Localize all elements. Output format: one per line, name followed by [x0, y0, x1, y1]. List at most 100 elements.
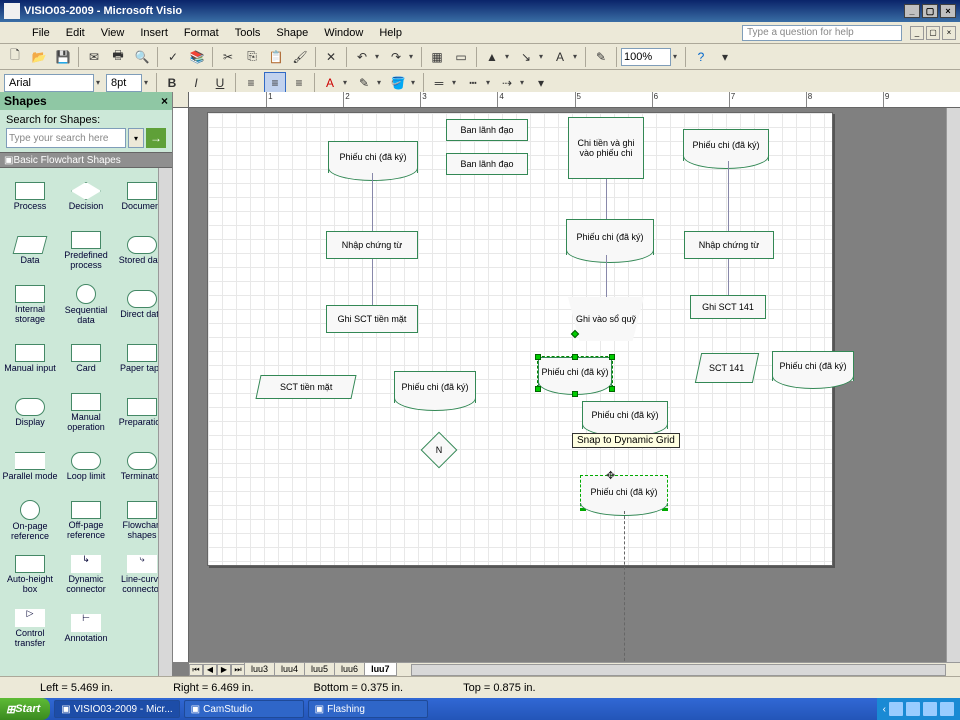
tab-nav-last[interactable]: ⏭ — [231, 664, 245, 676]
save-button[interactable]: 💾 — [52, 46, 74, 68]
help-button[interactable]: ? — [690, 46, 712, 68]
menu-tools[interactable]: Tools — [227, 25, 269, 41]
align-left-button[interactable]: ≡ — [240, 72, 262, 94]
shape-on-page-reference[interactable]: On-page reference — [2, 494, 58, 548]
shape-nhap-chung-tu-1[interactable]: Nhập chứng từ — [326, 231, 418, 259]
doc-restore-button[interactable]: ▢ — [926, 26, 940, 40]
shape-off-page-reference[interactable]: Off-page reference — [58, 494, 114, 548]
print-preview-button[interactable]: 🔍 — [131, 46, 153, 68]
open-button[interactable]: 📂 — [28, 46, 50, 68]
line-pattern-button[interactable]: ┅ — [462, 72, 484, 94]
text-tool-button[interactable]: A — [549, 46, 571, 68]
print-button[interactable]: 🖶 — [107, 46, 129, 68]
page-tab-luu6[interactable]: luu6 — [334, 663, 365, 676]
format-toolbar-options-button[interactable]: ▾ — [530, 72, 552, 94]
shape-sct-141[interactable]: SCT 141 — [695, 353, 759, 383]
copy-button[interactable]: ⎘ — [241, 46, 263, 68]
page-tab-luu3[interactable]: luu3 — [244, 663, 275, 676]
shape-ghi-sct-141[interactable]: Ghi SCT 141 — [690, 295, 766, 319]
shape-phieu-chi-overlap[interactable]: Phiếu chi (đã ký) — [582, 401, 668, 429]
line-weight-button[interactable]: ═ — [428, 72, 450, 94]
menu-format[interactable]: Format — [176, 25, 227, 41]
connector[interactable] — [372, 259, 373, 305]
research-button[interactable]: 📚 — [186, 46, 208, 68]
shape-ghi-sct-tien-mat[interactable]: Ghi SCT tiền mặt — [326, 305, 418, 333]
shape-auto-height-box[interactable]: Auto-height box — [2, 548, 58, 602]
menu-view[interactable]: View — [93, 25, 133, 41]
insert-shape-button[interactable]: ▭ — [450, 46, 472, 68]
close-button[interactable]: × — [940, 4, 956, 18]
shape-chi-tien[interactable]: Chi tiền và ghi vào phiếu chi — [568, 117, 644, 179]
selection-handle-ne[interactable] — [609, 354, 615, 360]
shapes-panel-close-button[interactable]: × — [161, 94, 168, 108]
shape-phieu-chi-3[interactable]: Phiếu chi (đã ký) — [566, 219, 654, 255]
shape-nhap-chung-tu-2[interactable]: Nhập chứng từ — [684, 231, 774, 259]
pointer-tool-button[interactable]: ▲ — [481, 46, 503, 68]
menu-file[interactable]: File — [24, 25, 58, 41]
connector[interactable] — [372, 173, 373, 231]
shape-card[interactable]: Card — [58, 332, 114, 386]
shape-control-transfer[interactable]: ▷Control transfer — [2, 602, 58, 656]
tray-icon[interactable] — [940, 702, 954, 716]
italic-button[interactable]: I — [185, 72, 207, 94]
menu-edit[interactable]: Edit — [58, 25, 93, 41]
taskbar-item-visio[interactable]: ▣VISIO03-2009 - Micr... — [54, 700, 179, 718]
tab-nav-first[interactable]: ⏮ — [189, 664, 203, 676]
shapes-scrollbar[interactable] — [158, 168, 172, 676]
shape-parallel-mode[interactable]: Parallel mode — [2, 440, 58, 494]
shape-internal-storage[interactable]: Internal storage — [2, 278, 58, 332]
tray-icon[interactable] — [906, 702, 920, 716]
tray-expand-icon[interactable]: ‹ — [883, 704, 886, 715]
shapes-search-dropdown[interactable]: ▾ — [128, 128, 144, 148]
shape-phieu-chi-selected[interactable]: Phiếu chi (đã ký) — [538, 357, 612, 387]
shape-loop-limit[interactable]: Loop limit — [58, 440, 114, 494]
start-button[interactable]: ⊞ Start — [0, 698, 50, 720]
connector[interactable] — [728, 259, 729, 295]
shape-annotation[interactable]: ⊢Annotation — [58, 602, 114, 656]
shape-ghi-vao-so-quy[interactable]: Ghi vào sổ quỹ — [568, 297, 644, 341]
email-button[interactable]: ✉ — [83, 46, 105, 68]
font-color-button[interactable]: A — [319, 72, 341, 94]
underline-button[interactable]: U — [209, 72, 231, 94]
shape-ban-lanh-dao-1[interactable]: Ban lãnh đạo — [446, 119, 528, 141]
cut-button[interactable]: ✂ — [217, 46, 239, 68]
selection-handle-nw[interactable] — [535, 354, 541, 360]
fill-color-button[interactable]: 🪣 — [387, 72, 409, 94]
page-tab-luu7[interactable]: luu7 — [364, 663, 397, 676]
connector[interactable] — [606, 255, 607, 297]
tab-nav-prev[interactable]: ◀ — [203, 664, 217, 676]
bold-button[interactable]: B — [161, 72, 183, 94]
shape-dynamic-connector[interactable]: ↳Dynamic connector — [58, 548, 114, 602]
shape-phieu-chi-ghost[interactable]: Phiếu chi (đã ký) — [580, 475, 668, 511]
menu-insert[interactable]: Insert — [132, 25, 176, 41]
selection-handle-n[interactable] — [572, 354, 578, 360]
font-size-box[interactable]: 8pt — [106, 74, 142, 92]
shape-phieu-chi-2[interactable]: Phiếu chi (đã ký) — [683, 129, 769, 161]
drawing-page[interactable]: Phiếu chi (đã ký) Ban lãnh đạo Ban lãnh … — [207, 112, 833, 566]
shape-predefined-process[interactable]: Predefined process — [58, 224, 114, 278]
shapes-category-header[interactable]: ▣ Basic Flowchart Shapes — [0, 152, 172, 168]
spelling-button[interactable]: ✓ — [162, 46, 184, 68]
new-button[interactable]: 🗋 — [4, 46, 26, 68]
align-right-button[interactable]: ≡ — [288, 72, 310, 94]
doc-close-button[interactable]: × — [942, 26, 956, 40]
undo-button[interactable]: ↶ — [351, 46, 373, 68]
shape-display[interactable]: Display — [2, 386, 58, 440]
taskbar-item-flashing[interactable]: ▣Flashing — [308, 700, 428, 718]
font-box[interactable]: Arial — [4, 74, 94, 92]
delete-button[interactable]: ✕ — [320, 46, 342, 68]
taskbar-item-camstudio[interactable]: ▣CamStudio — [184, 700, 304, 718]
shape-phieu-chi-1[interactable]: Phiếu chi (đã ký) — [328, 141, 418, 173]
format-painter-button[interactable]: 🖌 — [289, 46, 311, 68]
tray-icon[interactable] — [923, 702, 937, 716]
connector-tool-button[interactable]: ↘ — [515, 46, 537, 68]
selection-handle-s[interactable] — [572, 391, 578, 397]
shapes-search-input[interactable]: Type your search here — [6, 128, 126, 148]
canvas-horizontal-scrollbar[interactable] — [411, 664, 946, 676]
menu-help[interactable]: Help — [371, 25, 410, 41]
shape-decision[interactable]: Decision — [58, 170, 114, 224]
paste-button[interactable]: 📋 — [265, 46, 287, 68]
shape-phieu-chi-4[interactable]: Phiếu chi (đã ký) — [394, 371, 476, 403]
tray-icon[interactable] — [889, 702, 903, 716]
shape-data[interactable]: Data — [2, 224, 58, 278]
